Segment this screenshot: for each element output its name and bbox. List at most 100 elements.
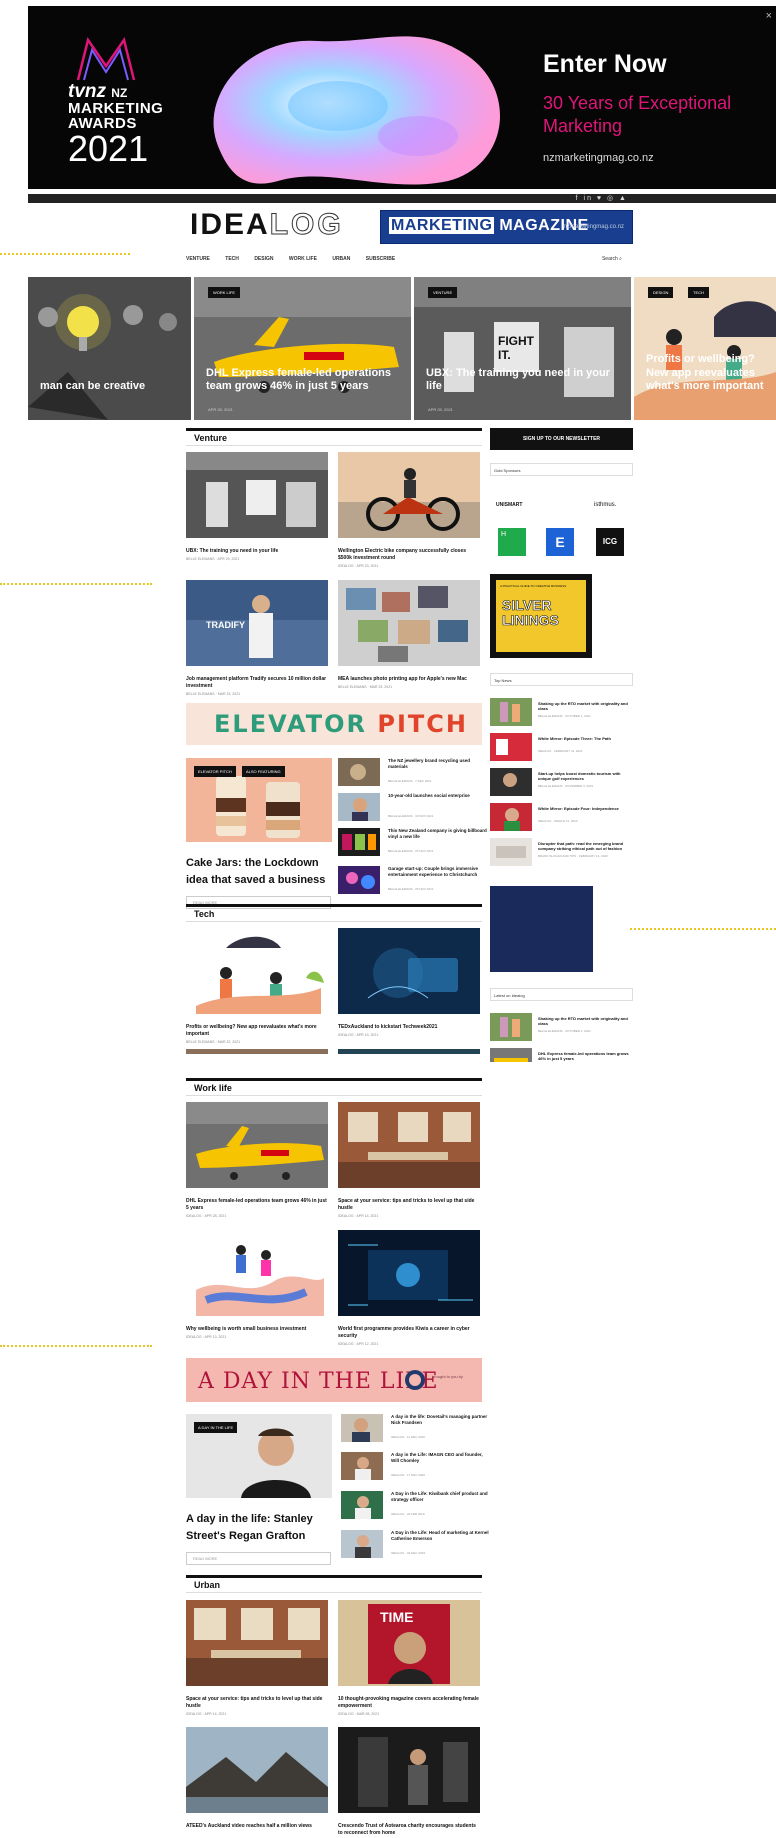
silver-linings-ad[interactable]: A PRACTICAL GUIDE TO CREATIVE BUSINESS S… (490, 574, 592, 658)
feature-tag[interactable]: ALSO FEATURING (242, 766, 285, 777)
article-card[interactable]: TEDxAuckland to kickstart Techweek2021 I… (338, 928, 480, 1037)
top-news-title[interactable]: Disrupter that path: read the emerging b… (538, 841, 633, 852)
section-heading-venture[interactable]: Venture (186, 428, 482, 446)
nav-urban[interactable]: URBAN (332, 256, 350, 262)
article-card[interactable]: TRADIFY Job management platform Tradify … (186, 580, 328, 696)
feature-title[interactable]: Cake Jars: the Lockdown idea that saved … (186, 855, 332, 888)
hero-tag[interactable]: DESIGN (648, 287, 674, 298)
article-title[interactable]: Wellington Electric bike company success… (338, 548, 480, 562)
article-title[interactable]: DHL Express female-led operations team g… (186, 1198, 328, 1212)
social-icons[interactable]: f in ♥ ◎ ▲ (576, 194, 628, 202)
nav-venture[interactable]: VENTURE (186, 256, 210, 262)
list-item[interactable]: The NZ jewellery brand recycling used ma… (338, 758, 488, 788)
article-title[interactable]: Why wellbeing is worth small business in… (186, 1326, 328, 1333)
search-link[interactable]: Search ⌕ (602, 256, 622, 262)
feature-title[interactable]: A day in the life: Stanley Street's Rega… (186, 1511, 332, 1544)
article-card[interactable]: World first programme provides Kiwis a c… (338, 1230, 480, 1346)
hero-slide[interactable]: WORK LIFE DHL Express female-led operati… (194, 277, 411, 420)
sidebar-ad-box[interactable] (490, 886, 593, 972)
list-title[interactable]: A Day in the Life: Kiwibank chief produc… (391, 1491, 491, 1504)
top-news-item[interactable]: Shaking up the RTD market with originali… (490, 698, 633, 728)
article-title[interactable]: Space at your service: tips and tricks t… (186, 1696, 328, 1710)
article-title[interactable]: Space at your service: tips and tricks t… (338, 1198, 480, 1212)
section-heading-worklife[interactable]: Work life (186, 1078, 482, 1096)
article-card[interactable]: Crescendo Trust of Aotearoa charity enco… (338, 1727, 480, 1837)
list-title[interactable]: A day in the Life: IMAGN CEO and founder… (391, 1452, 491, 1465)
latest-title[interactable]: DHL Express female-led operations team g… (538, 1051, 633, 1062)
section-heading-urban[interactable]: Urban (186, 1575, 482, 1593)
list-item[interactable]: A Day in the Life: Kiwibank chief produc… (341, 1491, 491, 1521)
top-news-title[interactable]: Start-up helps boost domestic tourism wi… (538, 771, 633, 782)
article-title[interactable]: ATEED's Auckland video reaches half a mi… (186, 1823, 328, 1830)
article-card[interactable]: UBX: The training you need in your life … (186, 452, 328, 561)
article-title[interactable]: 10 thought-provoking magazine covers acc… (338, 1696, 480, 1710)
list-title[interactable]: Garage start-up: Couple brings immersive… (388, 866, 488, 879)
sponsor-isthmus[interactable]: isthmus. (594, 502, 616, 508)
article-card[interactable]: Space at your service: tips and tricks t… (186, 1600, 328, 1716)
list-item[interactable]: A Day in the Life: Head of marketing at … (341, 1530, 491, 1560)
list-title[interactable]: 10-year-old launches social enterprise (388, 793, 488, 799)
article-title[interactable]: World first programme provides Kiwis a c… (338, 1326, 480, 1340)
list-item[interactable]: This New Zealand company is giving billb… (338, 828, 488, 858)
hero-tag[interactable]: WORK LIFE (208, 287, 241, 298)
article-title[interactable]: TEDxAuckland to kickstart Techweek2021 (338, 1024, 480, 1031)
hero-tag[interactable]: VENTURE (428, 287, 458, 298)
nav-work-life[interactable]: WORK LIFE (289, 256, 317, 262)
article-card[interactable]: TIME 10 thought-provoking magazine cover… (338, 1600, 480, 1716)
list-item[interactable]: A day in the Life: IMAGN CEO and founder… (341, 1452, 491, 1482)
marketing-magazine-ad[interactable]: MARKETING MAGAZINE nzmarketingmag.co.nz (380, 210, 633, 244)
sponsor-logo-green[interactable]: H (498, 528, 526, 556)
nav-design[interactable]: DESIGN (254, 256, 273, 262)
latest-item[interactable]: Shaking up the RTD market with originali… (490, 1013, 633, 1043)
article-title[interactable]: Profits or wellbeing? New app reevaluate… (186, 1024, 328, 1038)
feature-tag[interactable]: ELEVATOR PITCH (194, 766, 236, 777)
article-card[interactable]: Wellington Electric bike company success… (338, 452, 480, 568)
close-ad-icon[interactable]: × (766, 10, 772, 22)
list-item[interactable]: Garage start-up: Couple brings immersive… (338, 866, 488, 896)
article-card[interactable]: ATEED's Auckland video reaches half a mi… (186, 1727, 328, 1830)
list-title[interactable]: A day in the life: Dovetail's managing p… (391, 1414, 491, 1427)
top-news-title[interactable]: Shaking up the RTD market with originali… (538, 701, 633, 712)
latest-item[interactable]: DHL Express female-led operations team g… (490, 1048, 633, 1062)
feature-card[interactable]: A DAY IN THE LIFE A day in the life: Sta… (186, 1414, 332, 1565)
list-item[interactable]: 10-year-old launches social enterprise B… (338, 793, 488, 823)
list-title[interactable]: The NZ jewellery brand recycling used ma… (388, 758, 488, 771)
latest-title[interactable]: Shaking up the RTD market with originali… (538, 1016, 633, 1027)
sponsor-logo-icg[interactable]: ICG (596, 528, 624, 556)
feature-tag[interactable]: A DAY IN THE LIFE (194, 1422, 238, 1433)
list-title[interactable]: A Day in the Life: Head of marketing at … (391, 1530, 491, 1543)
article-card[interactable]: Profits or wellbeing? New app reevaluate… (186, 928, 328, 1044)
top-news-title[interactable]: White Mirror: Episode Three: The Path (538, 736, 633, 741)
article-title[interactable]: Job management platform Tradify secures … (186, 676, 328, 690)
elevator-pitch-banner[interactable]: ELEVATOR PITCH (186, 703, 482, 745)
article-title[interactable]: UBX: The training you need in your life (186, 548, 328, 555)
top-news-item[interactable]: Start-up helps boost domestic tourism wi… (490, 768, 633, 798)
article-title[interactable]: Crescendo Trust of Aotearoa charity enco… (338, 1823, 480, 1837)
section-heading-tech[interactable]: Tech (186, 904, 482, 922)
article-card[interactable]: MEA launches photo printing app for Appl… (338, 580, 480, 689)
article-title[interactable]: MEA launches photo printing app for Appl… (338, 676, 480, 683)
hero-tag[interactable]: TECH (688, 287, 709, 298)
hero-slide[interactable]: DESIGN TECH Profits or wellbeing? New ap… (634, 277, 776, 420)
day-in-the-life-banner[interactable]: A DAY IN THE LIFE brought to you by (186, 1358, 482, 1402)
article-card[interactable]: Why wellbeing is worth small business in… (186, 1230, 328, 1339)
hero-slide[interactable]: FIGHT IT. VENTURE UBX: The training you … (414, 277, 631, 420)
idealog-logo[interactable]: IDEALOG (190, 208, 344, 242)
top-news-item[interactable]: White Mirror: Episode Four: Independence… (490, 803, 633, 833)
nav-tech[interactable]: TECH (225, 256, 239, 262)
feature-card[interactable]: ELEVATOR PITCH ALSO FEATURING Cake Jars:… (186, 758, 332, 909)
banner-site-link[interactable]: nzmarketingmag.co.nz (543, 152, 654, 164)
article-card[interactable]: DHL Express female-led operations team g… (186, 1102, 328, 1218)
nav-subscribe[interactable]: SUBSCRIBE (366, 256, 395, 262)
sponsor-unismart[interactable]: UNISMART (496, 502, 522, 508)
top-news-item[interactable]: White Mirror: Episode Three: The Path ID… (490, 733, 633, 763)
newsletter-signup-button[interactable]: SIGN UP TO OUR NEWSLETTER (490, 428, 633, 450)
top-news-item[interactable]: Disrupter that path: read the emerging b… (490, 838, 633, 868)
awards-banner-ad[interactable]: tvnz NZ MARKETING AWARDS 2021 Enter Now … (28, 6, 776, 189)
list-item[interactable]: A day in the life: Dovetail's managing p… (341, 1414, 491, 1444)
hero-slide[interactable]: man can be creative (28, 277, 191, 420)
article-card[interactable]: Space at your service: tips and tricks t… (338, 1102, 480, 1218)
sponsor-logo-blue[interactable]: E (546, 528, 574, 556)
list-title[interactable]: This New Zealand company is giving billb… (388, 828, 488, 841)
read-more-button[interactable]: READ MORE (186, 1552, 331, 1565)
